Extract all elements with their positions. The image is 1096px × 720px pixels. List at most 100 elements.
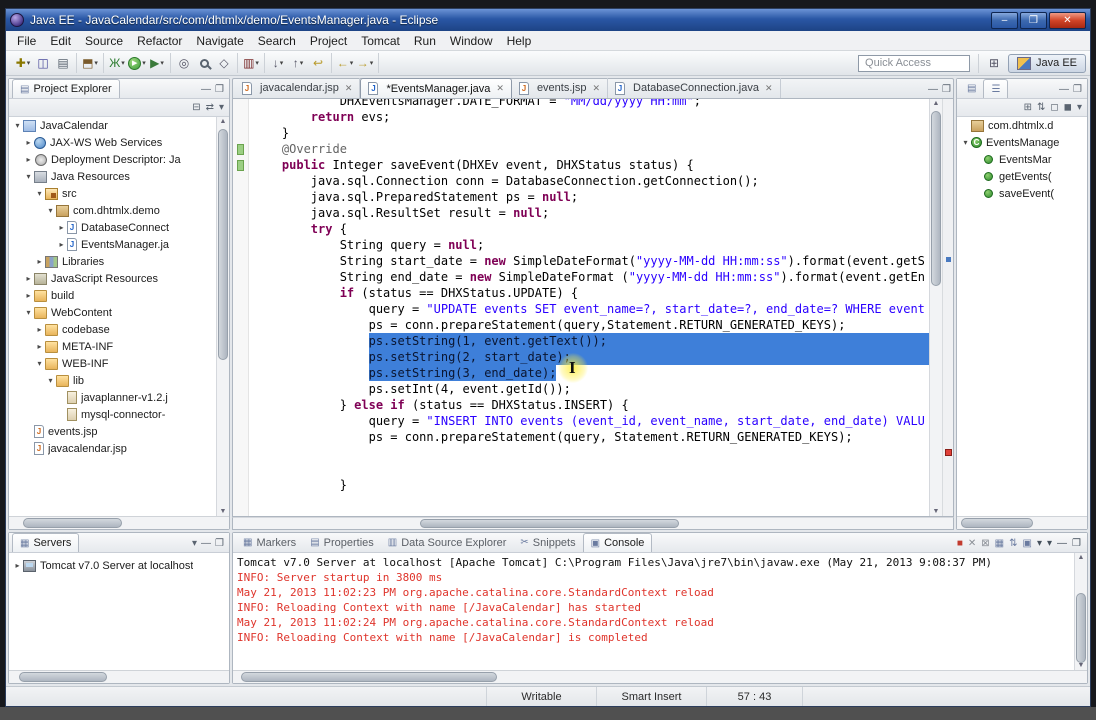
tree-arrow-icon[interactable]: ▾ [960,138,971,147]
tree-arrow-icon[interactable]: ▸ [23,138,34,147]
code-line[interactable]: java.sql.PreparedStatement ps = null; [253,189,929,205]
menu-tomcat[interactable]: Tomcat [354,32,407,50]
scroll-lock-icon[interactable]: ⇅ [1009,538,1017,549]
menu-navigate[interactable]: Navigate [189,32,250,50]
menu-refactor[interactable]: Refactor [130,32,189,50]
menu-help[interactable]: Help [500,32,539,50]
outline-item[interactable]: com.dhtmlx.d [957,117,1087,134]
tree-arrow-icon[interactable]: ▾ [34,359,45,368]
dropdown-arrow-icon[interactable]: ▾ [160,59,164,67]
code-line[interactable]: String start_date = new SimpleDateFormat… [253,253,929,269]
code-line[interactable]: ps.setString(3, end_date); [253,365,929,381]
explorer-horizontal-scrollbar[interactable] [9,516,229,529]
tab-servers[interactable]: ▦ Servers [12,533,80,552]
tree-item[interactable]: mysql-connector- [9,406,229,423]
dropdown-arrow-icon[interactable]: ▾ [280,59,284,67]
code-line[interactable]: java.sql.Connection conn = DatabaseConne… [253,173,929,189]
code-line[interactable]: String query = null; [253,237,929,253]
scroll-up-icon[interactable]: ▲ [930,100,942,107]
minimize-icon[interactable]: — [1057,538,1067,549]
tab-markers[interactable]: ▦ Markers [236,533,303,552]
tree-arrow-icon[interactable]: ▸ [56,240,67,249]
display-console-icon[interactable]: ▾ [1037,538,1042,549]
dropdown-arrow-icon[interactable]: ▾ [94,59,98,67]
outline-horizontal-scrollbar[interactable] [957,516,1087,529]
tab-data-source-explorer[interactable]: ▥ Data Source Explorer [381,533,514,552]
code-line[interactable]: @Override [253,141,929,157]
tree-arrow-icon[interactable]: ▾ [34,189,45,198]
console-output[interactable]: Tomcat v7.0 Server at localhost [Apache … [233,553,1087,670]
tree-item[interactable]: ▾ lib [9,372,229,389]
previous-annotation-button[interactable]: ↑ ▾ [289,54,307,72]
new-servlet-button[interactable]: ◎ [175,54,193,72]
debug-button[interactable]: Ж ▾ [108,54,126,72]
code-line[interactable]: public Integer saveEvent(DHXEv event, DH… [253,157,929,173]
tree-item[interactable]: ▸ META-INF [9,338,229,355]
tree-arrow-icon[interactable]: ▸ [12,561,23,570]
tree-arrow-icon[interactable]: ▸ [34,325,45,334]
code-line[interactable]: if (status == DHXStatus.UPDATE) { [253,285,929,301]
close-icon[interactable]: ✕ [592,83,600,94]
save-button[interactable]: ◫ [34,54,52,72]
editor-gutter[interactable] [233,99,249,516]
dropdown-arrow-icon[interactable]: ▾ [255,59,259,67]
open-type-button[interactable]: ◇ [215,54,233,72]
tree-arrow-icon[interactable]: ▸ [56,223,67,232]
outline-item[interactable]: saveEvent( [957,185,1087,202]
remove-launch-icon[interactable]: ✕ [968,538,976,549]
link-with-editor-icon[interactable]: ⇄ [206,102,214,113]
external-tools-button[interactable]: ▶ ▾ [148,54,166,72]
menu-file[interactable]: File [10,32,43,50]
tree-item[interactable]: ▾ WebContent [9,304,229,321]
code-line[interactable] [253,445,929,461]
tree-arrow-icon[interactable]: ▾ [23,308,34,317]
editor-tab[interactable]: J DatabaseConnection.java ✕ [608,78,781,98]
outline-item[interactable]: getEvents( [957,168,1087,185]
close-icon[interactable]: ✕ [345,83,353,94]
minimize-button[interactable]: — [201,84,211,95]
tree-item[interactable]: ▾ Java Resources [9,168,229,185]
scroll-down-icon[interactable]: ▼ [217,508,229,515]
tree-item[interactable]: Jjavacalendar.jsp [9,440,229,457]
scroll-down-icon[interactable]: ▼ [930,508,942,515]
menu-edit[interactable]: Edit [43,32,78,50]
code-line[interactable]: ps = conn.prepareStatement(query,Stateme… [253,317,929,333]
dropdown-arrow-icon[interactable]: ▾ [370,59,374,67]
tree-item[interactable]: ▸ JAX-WS Web Services [9,134,229,151]
next-annotation-button[interactable]: ↓ ▾ [269,54,287,72]
outline-item[interactable]: ▾ C EventsManage [957,134,1087,151]
code-line[interactable] [253,461,929,477]
new-java-ee-project-button[interactable]: ⬒ ▾ [81,54,99,72]
expand-all-icon[interactable]: ⊞ [1024,102,1032,113]
editor-vertical-scrollbar[interactable]: ▲ ▼ [929,99,942,516]
tree-item[interactable]: ▸ J EventsManager.ja [9,236,229,253]
tree-item[interactable]: javaplanner-v1.2.j [9,389,229,406]
hide-fields-icon[interactable]: ◻ [1050,102,1058,113]
tree-arrow-icon[interactable]: ▸ [23,274,34,283]
tree-item[interactable]: ▸ JavaScript Resources [9,270,229,287]
search-button[interactable] [195,54,213,72]
code-line[interactable]: ps.setString(1, event.getText()); [253,333,929,349]
tree-item[interactable]: ▸ build [9,287,229,304]
menu-run[interactable]: Run [407,32,443,50]
servers-horizontal-scrollbar[interactable] [9,670,229,683]
minimize-button[interactable]: — [1059,84,1069,95]
close-button[interactable]: ✕ [1049,11,1086,29]
minimize-button[interactable]: — [928,84,938,95]
coverage-button[interactable]: ▥ ▾ [242,54,260,72]
maximize-button[interactable]: ❐ [215,84,224,95]
editor-tab[interactable]: J *EventsManager.java ✕ [360,78,512,98]
tab-console[interactable]: ▣ Console [582,533,653,552]
terminate-icon[interactable]: ■ [957,538,963,549]
collapse-all-icon[interactable]: ⊟ [192,102,200,113]
error-marker[interactable] [945,449,952,457]
dropdown-arrow-icon[interactable]: ▾ [27,59,31,67]
insert-mode-indicator[interactable]: Smart Insert [596,687,706,706]
dropdown-arrow-icon[interactable]: ▾ [350,59,354,67]
tree-item[interactable]: Jevents.jsp [9,423,229,440]
code-line[interactable] [253,493,929,509]
minimize-button[interactable]: — [201,538,211,549]
menu-project[interactable]: Project [303,32,354,50]
open-perspective-button[interactable]: ⊞ [985,54,1003,72]
tree-arrow-icon[interactable]: ▸ [23,291,34,300]
